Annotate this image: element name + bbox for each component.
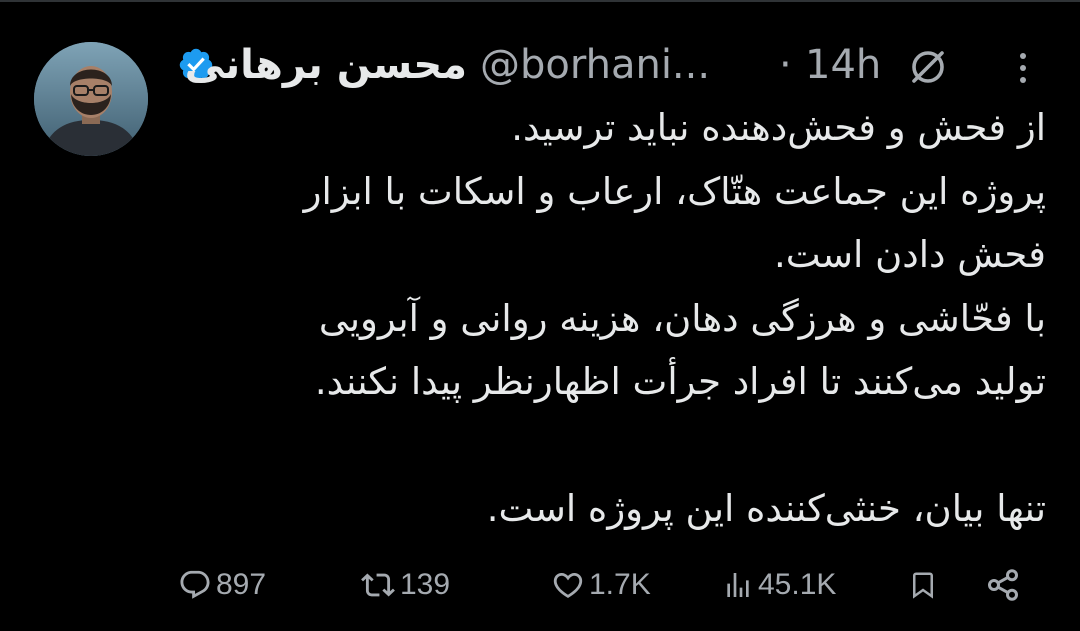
tweet-line: با فحّاشی و هرزگی دهان، هزینه روانی و آب… (318, 296, 1046, 340)
tweet-line (200, 414, 1046, 478)
tweet-actions: 897 139 1.7K 45.1K (0, 560, 1080, 610)
tweet-line: فحش دادن است. (773, 233, 1046, 276)
reply-count: 897 (216, 568, 267, 601)
muted-icon (905, 44, 951, 90)
bookmark-icon (908, 567, 938, 603)
views-button[interactable]: 45.1K (722, 560, 836, 610)
reply-button[interactable]: 897 (178, 560, 266, 610)
retweet-button[interactable]: 139 (360, 560, 450, 610)
share-button[interactable] (985, 560, 1021, 610)
timestamp[interactable]: 14h (805, 40, 881, 90)
retweet-icon (360, 568, 396, 602)
time-separator: · (779, 42, 792, 88)
user-handle[interactable]: @borhani... (480, 40, 710, 90)
like-count: 1.7K (589, 568, 651, 601)
like-icon (551, 568, 585, 602)
views-icon (722, 568, 754, 602)
tweet-line: تولید می‌کنند تا افراد جرأت اظهارنظر پید… (314, 360, 1046, 403)
tweet-line: پروژه این جماعت هتّاک، ارعاب و اسکات با … (303, 169, 1046, 213)
more-vertical-icon[interactable] (1013, 48, 1033, 88)
tweet-header: محسن برهانی @borhani... · 14h (175, 38, 1055, 94)
bookmark-button[interactable] (908, 560, 938, 610)
tweet-line: تنها بیان، خنثی‌کننده این پروژه است. (486, 487, 1046, 530)
like-button[interactable]: 1.7K (551, 560, 651, 610)
display-name[interactable]: محسن برهانی (185, 40, 467, 90)
tweet-line: از فحش و فحش‌دهنده نباید ترسید. (511, 106, 1046, 149)
avatar[interactable] (34, 42, 148, 156)
tweet-text: از فحش و فحش‌دهنده نباید ترسید. پروژه ای… (200, 96, 1046, 541)
views-count: 45.1K (758, 568, 837, 601)
top-divider (0, 0, 1080, 2)
share-icon (985, 567, 1021, 603)
reply-icon (178, 568, 212, 602)
retweet-count: 139 (400, 568, 451, 601)
